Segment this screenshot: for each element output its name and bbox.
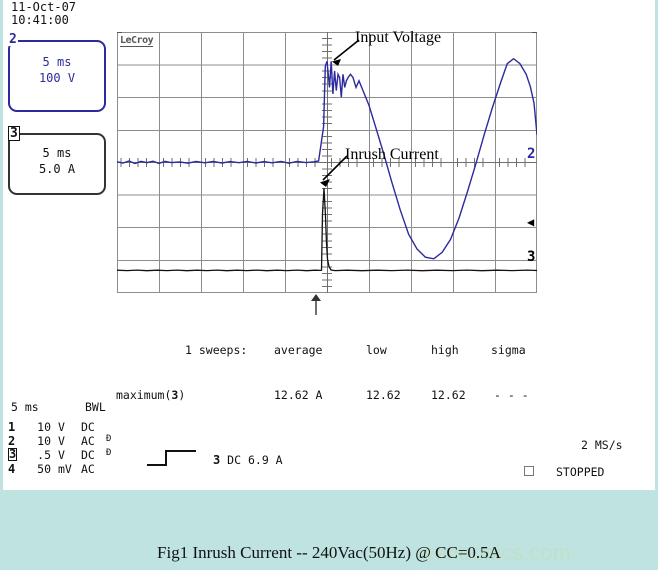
status-channel-2-number: 2 <box>8 434 16 448</box>
status-channel-4-number: 4 <box>8 462 16 476</box>
status-channel-4-value: 50 <box>37 462 51 476</box>
status-channel-2-value: 10 <box>37 434 51 448</box>
channel-2-timebase: 5 ms <box>42 55 72 69</box>
status-channel-1-unit: V <box>58 420 65 434</box>
status-channel-row-1[interactable]: 1 10 V DC <box>3 420 655 434</box>
status-channel-3-bandwidth-icon: Ð <box>106 448 112 458</box>
status-channel-row-2[interactable]: 2 10 V AC Ð <box>3 434 655 448</box>
measurement-header-low: low <box>366 343 387 357</box>
status-channel-3-coupling: DC <box>81 448 95 462</box>
measurement-header-sigma: sigma <box>491 343 526 357</box>
status-channel-1-value: 10 <box>37 420 51 434</box>
measurement-header-sweeps: 1 sweeps: <box>185 343 248 357</box>
status-channel-3-value: .5 <box>37 448 51 462</box>
capture-date: 11-Oct-07 <box>11 0 77 14</box>
marker-channel-3-reference[interactable]: 3 <box>527 250 535 264</box>
measurement-header-row: 1 sweeps: average low high sigma <box>116 343 526 358</box>
scope-status-bar: 5 ms BWL 1 10 V DC 2 10 V AC Ð 3 .5 V DC <box>3 396 655 490</box>
status-bwl-header: BWL <box>85 400 106 414</box>
measurement-header-high: high <box>431 343 459 357</box>
oscilloscope-panel: 11-Oct-07 10:41:00 2 5 ms 100 V 3 5 ms 5.… <box>3 0 655 490</box>
status-channel-2-bandwidth-icon: Ð <box>106 434 112 444</box>
rising-edge-trigger-icon <box>147 450 196 466</box>
status-channel-4-unit: mV <box>58 462 72 476</box>
status-channel-row-3[interactable]: 3 .5 V DC Ð <box>3 447 655 462</box>
status-channel-1-number: 1 <box>8 420 16 434</box>
status-sample-rate: 2 MS/s <box>581 438 623 452</box>
trigger-position-marker[interactable] <box>308 294 324 316</box>
waveform-graticule[interactable]: LeCroy <box>117 32 537 293</box>
channel-2-scale: 100 V <box>38 71 76 85</box>
status-channel-1-coupling: DC <box>81 420 95 434</box>
figure-caption: Fig1 Inrush Current -- 240Vac(50Hz) @ CC… <box>157 543 501 562</box>
annotation-input-voltage: Input Voltage <box>355 29 442 46</box>
status-timebase[interactable]: 5 ms <box>11 400 39 414</box>
channel-2-descriptor-box[interactable]: 2 5 ms 100 V <box>8 33 106 112</box>
trigger-level: 6.9 A <box>247 453 283 467</box>
capture-timestamp: 11-Oct-07 10:41:00 <box>11 1 76 27</box>
lecroy-brand-logo: LeCroy <box>120 35 154 47</box>
screenshot-root: 11-Oct-07 10:41:00 2 5 ms 100 V 3 5 ms 5.… <box>0 0 658 570</box>
waveform-plot <box>117 32 537 293</box>
marker-trigger-level-arrow[interactable]: ◀ <box>527 215 534 229</box>
channel-3-timebase: 5 ms <box>42 146 72 160</box>
annotation-inrush-current: Inrush Current <box>345 146 439 163</box>
trigger-coupling: DC <box>227 453 242 467</box>
acquisition-state-indicator-box <box>524 466 534 476</box>
measurement-header-average: average <box>274 343 323 357</box>
trigger-source-channel: 3 <box>213 453 221 467</box>
marker-channel-2-reference[interactable]: 2 <box>527 147 535 161</box>
channel-3-badge: 3 <box>8 126 20 141</box>
status-channel-2-unit: V <box>58 434 65 448</box>
channel-3-descriptor-box[interactable]: 3 5 ms 5.0 A <box>8 126 106 195</box>
status-run-state: STOPPED <box>556 465 605 479</box>
channel-2-badge: 2 <box>8 32 18 47</box>
status-channel-4-coupling: AC <box>81 462 95 476</box>
capture-time: 10:41:00 <box>11 13 69 27</box>
status-channel-3-number: 3 <box>8 447 18 461</box>
channel-3-scale: 5.0 A <box>38 162 76 176</box>
status-channel-2-coupling: AC <box>81 434 95 448</box>
trigger-settings-readout[interactable]: 3 DC 6.9 A <box>213 453 283 467</box>
status-channel-3-unit: V <box>58 448 65 462</box>
